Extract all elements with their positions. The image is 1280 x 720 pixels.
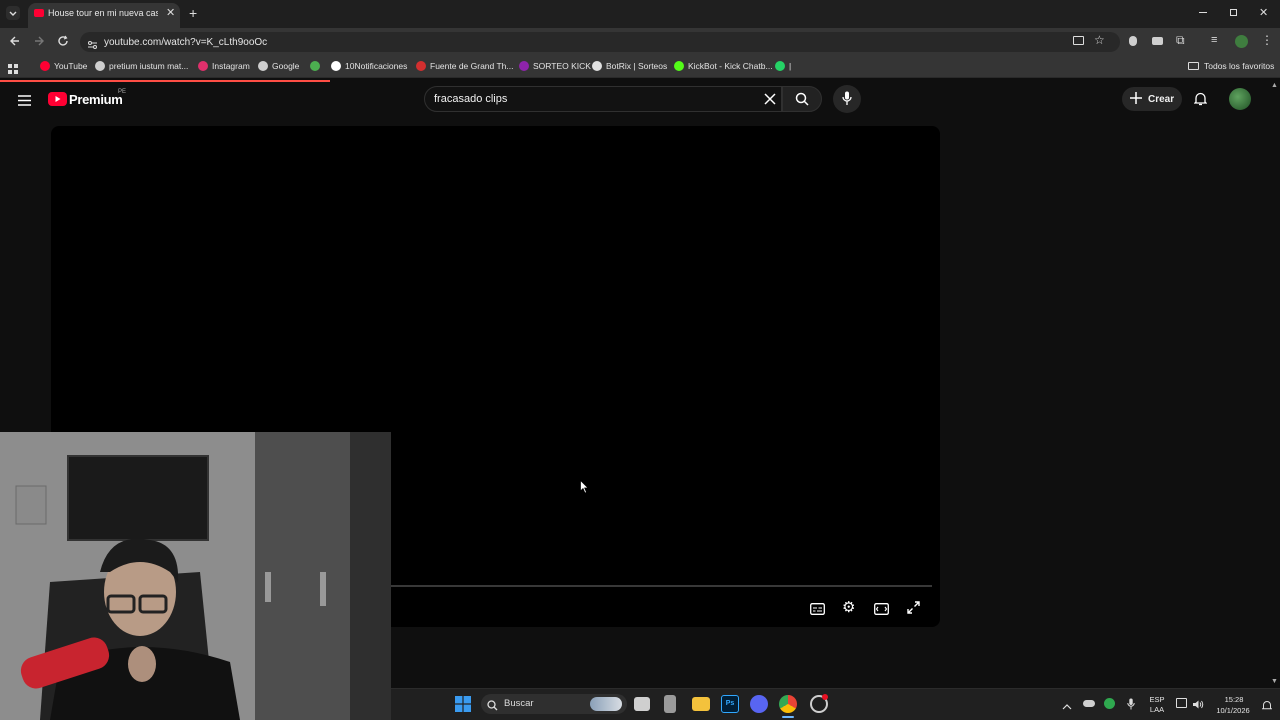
region-code: PE <box>118 89 127 95</box>
microphone-tray-icon[interactable] <box>1127 697 1135 715</box>
all-bookmarks-label[interactable]: Todos los favoritos <box>1204 61 1274 71</box>
notifications-bell-icon[interactable] <box>1193 92 1208 111</box>
kick-icon <box>674 61 684 71</box>
onedrive-icon[interactable] <box>1083 700 1095 707</box>
close-window-icon[interactable]: ✕ <box>1259 6 1268 19</box>
youtube-logo-icon[interactable] <box>48 92 67 106</box>
url-text: youtube.com/watch?v=K_cLth9ooOc <box>104 37 268 48</box>
taskbar-search-icon <box>487 698 498 716</box>
minimize-icon[interactable] <box>1199 12 1207 13</box>
font-f-icon <box>416 61 426 71</box>
youtube-icon <box>40 61 50 71</box>
bookmark-item[interactable]: Instagram <box>212 61 250 71</box>
bookmark-item[interactable]: Google <box>272 61 299 71</box>
bookmark-item[interactable]: KickBot - Kick Chatb... <box>688 61 773 71</box>
forward-icon[interactable] <box>33 34 45 52</box>
diamond-icon <box>592 61 602 71</box>
bookmark-item[interactable]: Fuente de Grand Th... <box>430 61 513 71</box>
taskbar-app-icon[interactable] <box>664 695 676 713</box>
notification-bell-tray-icon[interactable] <box>1261 698 1273 716</box>
bookmark-star-icon[interactable]: ☆ <box>1094 33 1105 47</box>
bookmark-item[interactable]: pretium iustum mat... <box>109 61 188 71</box>
clock-date[interactable]: 10/1/2026 <box>1210 706 1256 715</box>
site-info-icon[interactable] <box>87 37 98 55</box>
recording-badge <box>822 694 828 700</box>
settings-gear-icon[interactable]: ⚙ <box>842 600 855 615</box>
tab-search-chevron-icon[interactable] <box>6 6 20 20</box>
chrome-active-indicator <box>782 716 794 718</box>
tray-chevron-icon[interactable] <box>1062 698 1072 716</box>
network-icon[interactable] <box>1176 698 1187 708</box>
tab-close-icon[interactable]: ✕ <box>166 8 175 19</box>
new-tab-icon[interactable]: + <box>189 5 197 21</box>
clock-time[interactable]: 15:28 <box>1212 695 1256 704</box>
search-highlight-image <box>590 697 622 711</box>
windows-start-icon[interactable] <box>455 696 471 717</box>
scroll-down-icon[interactable]: ▼ <box>1271 678 1278 685</box>
photoshop-icon[interactable]: Ps <box>721 695 739 713</box>
volume-icon[interactable] <box>1192 697 1204 715</box>
browser-menu-icon[interactable]: ⋮ <box>1261 33 1273 47</box>
webcam-overlay <box>0 432 391 720</box>
tab-title: House tour en mi nueva casa e <box>48 8 158 18</box>
extension-icon-1[interactable] <box>1129 36 1137 46</box>
mouse-cursor-icon <box>580 479 589 499</box>
taskbar-search-label: Buscar <box>504 698 534 709</box>
page-scrollbar[interactable] <box>1269 82 1280 688</box>
extensions-puzzle-icon[interactable]: ⧉ <box>1176 33 1185 48</box>
page-load-progress <box>0 80 330 82</box>
youtube-favicon-icon <box>34 9 44 17</box>
dot-icon <box>519 61 529 71</box>
pinwheel-icon <box>310 61 320 71</box>
search-icon <box>795 92 809 111</box>
google-icon <box>258 61 268 71</box>
keyboard-language-bottom[interactable]: LAA <box>1148 705 1166 714</box>
chrome-icon[interactable] <box>779 695 797 713</box>
globe-icon <box>95 61 105 71</box>
discord-icon[interactable] <box>750 695 768 713</box>
apps-grid-icon[interactable] <box>8 61 18 79</box>
bookmark-item[interactable]: | <box>789 61 791 71</box>
guide-menu-icon[interactable] <box>18 93 31 111</box>
plus-icon <box>1130 91 1142 109</box>
bookmark-item[interactable]: 10Notificaciones <box>345 61 407 71</box>
restore-icon[interactable] <box>1230 9 1237 16</box>
subtitles-icon[interactable] <box>810 602 825 620</box>
extension-icon-2[interactable] <box>1152 37 1163 45</box>
fullscreen-icon[interactable] <box>907 601 920 619</box>
theater-mode-icon[interactable] <box>874 602 889 620</box>
account-avatar[interactable] <box>1229 88 1251 110</box>
tray-app-icon[interactable] <box>1104 698 1115 709</box>
search-query-text: fracasado clips <box>434 93 508 105</box>
all-bookmarks-folder-icon[interactable] <box>1188 62 1199 70</box>
bookmark-item[interactable]: SORTEO KICK <box>533 61 591 71</box>
whatsapp-icon <box>775 61 785 71</box>
x-logo-icon <box>331 61 341 71</box>
instagram-icon <box>198 61 208 71</box>
profile-avatar-icon[interactable] <box>1235 35 1248 48</box>
bookmark-item[interactable]: BotRix | Sorteos <box>606 61 667 71</box>
task-view-icon[interactable] <box>634 697 650 711</box>
back-icon[interactable] <box>9 34 21 52</box>
youtube-premium-logo[interactable]: Premium <box>69 92 123 107</box>
media-controls-icon[interactable]: ≡ <box>1211 34 1217 46</box>
install-app-icon[interactable] <box>1073 36 1084 45</box>
clear-search-icon[interactable] <box>764 92 776 110</box>
bookmark-item[interactable]: YouTube <box>54 61 87 71</box>
reload-icon[interactable] <box>57 34 69 52</box>
scroll-up-icon[interactable]: ▲ <box>1271 82 1278 89</box>
microphone-icon <box>842 91 852 111</box>
keyboard-language-top[interactable]: ESP <box>1148 695 1166 704</box>
file-explorer-icon[interactable] <box>692 697 710 711</box>
create-button-label: Crear <box>1148 94 1175 105</box>
